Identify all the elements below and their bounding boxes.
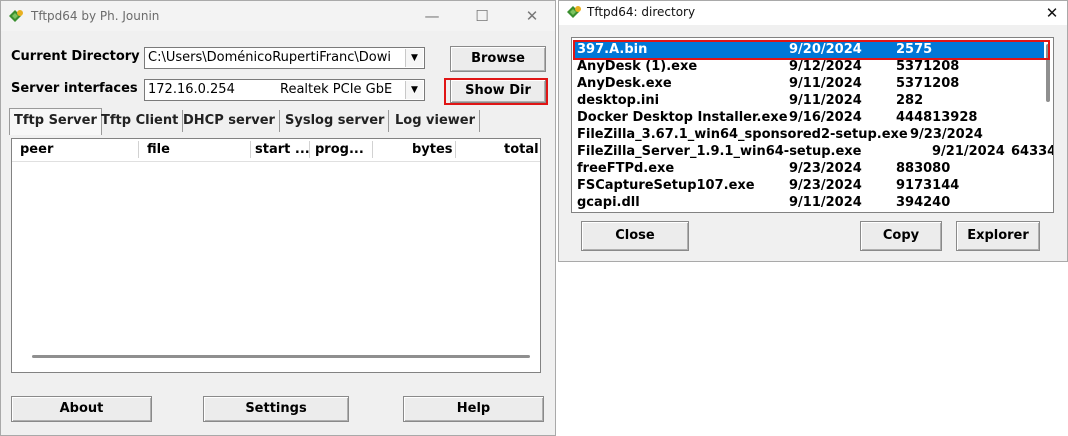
close-button-label: Close — [615, 228, 655, 243]
chevron-down-icon[interactable]: ▼ — [405, 49, 423, 67]
file-date: 9/23/2024 — [789, 161, 862, 176]
file-size: 394240 — [896, 195, 951, 210]
column-file[interactable]: file — [147, 142, 170, 157]
file-row[interactable]: Docker Desktop Installer.exe 9/16/2024 444… — [574, 109, 1044, 126]
explorer-button-label: Explorer — [967, 228, 1029, 243]
settings-button-label: Settings — [245, 401, 307, 416]
file-date: 9/11/2024 — [789, 93, 862, 108]
file-row[interactable]: FSCaptureSetup107.exe 9/23/2024 9173144 — [574, 177, 1044, 194]
vertical-scrollbar[interactable] — [1046, 44, 1050, 102]
tab-tftp-server[interactable]: Tftp Server — [9, 108, 102, 135]
file-size: 2575 — [896, 42, 933, 57]
tftpd-app-icon — [565, 4, 583, 20]
browse-button-label: Browse — [471, 51, 525, 66]
column-bytes[interactable]: bytes — [412, 142, 453, 157]
file-name: freeFTPd.exe — [577, 161, 675, 176]
server-interfaces-label: Server interfaces — [11, 81, 138, 96]
file-name: AnyDesk (1).exe — [577, 59, 698, 74]
file-date: 9/11/2024 — [789, 76, 862, 91]
file-size: 282 — [896, 93, 924, 108]
tab-syslog-server[interactable]: Syslog server — [281, 110, 390, 132]
chevron-down-icon[interactable]: ▼ — [405, 81, 423, 99]
tftpd64-main-window: Tftpd64 by Ph. Jounin — ☐ ✕ Current Dire… — [0, 0, 556, 436]
file-name: FileZilla_Server_1.9.1_win64-setup.exe — [577, 144, 862, 159]
file-size: 883080 — [896, 161, 951, 176]
file-size: 9173144 — [896, 178, 960, 193]
file-row[interactable]: AnyDesk (1).exe 9/12/2024 5371208 — [574, 58, 1044, 75]
file-row[interactable]: AnyDesk.exe 9/11/2024 5371208 — [574, 75, 1044, 92]
column-separator[interactable] — [250, 141, 251, 158]
close-icon[interactable]: ✕ — [1037, 0, 1067, 27]
column-separator[interactable] — [372, 141, 373, 158]
file-size: 444813928 — [896, 110, 978, 125]
current-directory-label: Current Directory — [11, 49, 140, 64]
about-button[interactable]: About — [11, 396, 152, 422]
show-dir-button[interactable]: Show Dir — [450, 79, 546, 103]
column-peer[interactable]: peer — [20, 142, 53, 157]
transfers-list[interactable]: peer file start ... prog... bytes total — [11, 138, 541, 373]
file-size: 643349 — [1011, 144, 1053, 159]
copy-button-label: Copy — [882, 228, 920, 243]
column-start[interactable]: start ... — [255, 142, 310, 157]
column-separator[interactable] — [455, 141, 456, 158]
server-interfaces-combo[interactable]: 172.16.0.254 Realtek PCIe GbE ▼ — [144, 79, 425, 101]
settings-button[interactable]: Settings — [203, 396, 349, 422]
file-row[interactable]: desktop.ini 9/11/2024 282 — [574, 92, 1044, 109]
column-separator[interactable] — [309, 141, 310, 158]
file-name: desktop.ini — [577, 93, 660, 108]
file-row[interactable]: FileZilla_Server_1.9.1_win64-setup.exe 9/… — [574, 143, 1053, 160]
file-row[interactable]: FileZilla_3.67.1_win64_sponsored2-setup.… — [574, 126, 1044, 143]
horizontal-scrollbar[interactable] — [32, 355, 530, 358]
file-date: 9/20/2024 — [789, 42, 862, 57]
file-date: 9/23/2024 — [910, 127, 983, 142]
help-button[interactable]: Help — [403, 396, 544, 422]
file-date: 9/11/2024 — [789, 195, 862, 210]
column-progress[interactable]: prog... — [315, 142, 364, 157]
file-size: 5371208 — [896, 76, 960, 91]
maximize-icon[interactable]: ☐ — [467, 2, 497, 30]
main-window-title: Tftpd64 by Ph. Jounin — [31, 9, 160, 23]
file-row[interactable]: 397.A.bin 9/20/2024 2575 — [574, 41, 1044, 58]
column-total[interactable]: total — [504, 142, 539, 157]
file-date: 9/23/2024 — [789, 178, 862, 193]
file-name: Docker Desktop Installer.exe — [577, 110, 788, 125]
server-interface-name: Realtek PCIe GbE — [280, 82, 393, 97]
tab-dhcp-server[interactable]: DHCP server — [179, 110, 280, 132]
list-header: peer file start ... prog... bytes total — [12, 139, 540, 162]
file-date: 9/12/2024 — [789, 59, 862, 74]
file-date: 9/16/2024 — [789, 110, 862, 125]
help-button-label: Help — [456, 401, 491, 416]
directory-titlebar[interactable]: Tftpd64: directory ✕ — [559, 1, 1067, 25]
current-directory-value: C:\Users\DoménicoRupertiFranc\Dowi — [148, 50, 392, 65]
directory-window: Tftpd64: directory ✕ 397.A.bin 9/20/2024 2… — [558, 0, 1068, 262]
tab-log-viewer[interactable]: Log viewer — [391, 110, 481, 132]
file-name: FileZilla_3.67.1_win64_sponsored2-setup.… — [577, 127, 908, 142]
file-name: AnyDesk.exe — [577, 76, 672, 91]
main-titlebar[interactable]: Tftpd64 by Ph. Jounin — ☐ ✕ — [1, 1, 555, 31]
browse-button[interactable]: Browse — [450, 46, 546, 72]
close-icon[interactable]: ✕ — [517, 2, 547, 30]
column-separator[interactable] — [138, 141, 139, 158]
about-button-label: About — [59, 401, 104, 416]
file-row[interactable]: freeFTPd.exe 9/23/2024 883080 — [574, 160, 1044, 177]
tab-tftp-client[interactable]: Tftp Client — [97, 110, 184, 132]
server-interface-ip: 172.16.0.254 — [148, 82, 235, 97]
minimize-icon[interactable]: — — [417, 2, 447, 30]
file-row[interactable]: gcapi.dll 9/11/2024 394240 — [574, 194, 1044, 211]
file-size: 5371208 — [896, 59, 960, 74]
file-name: FSCaptureSetup107.exe — [577, 178, 755, 193]
tftpd-app-icon — [7, 8, 25, 24]
copy-button[interactable]: Copy — [860, 221, 942, 251]
file-name: gcapi.dll — [577, 195, 640, 210]
close-button[interactable]: Close — [581, 221, 689, 251]
explorer-button[interactable]: Explorer — [956, 221, 1040, 251]
file-name: 397.A.bin — [577, 42, 648, 57]
current-directory-combo[interactable]: C:\Users\DoménicoRupertiFranc\Dowi ▼ — [144, 47, 425, 69]
show-dir-button-label: Show Dir — [465, 83, 531, 98]
directory-file-list[interactable]: 397.A.bin 9/20/2024 2575 AnyDesk (1).exe 9/1… — [571, 37, 1054, 213]
file-date: 9/21/2024 — [932, 144, 1005, 159]
directory-window-title: Tftpd64: directory — [587, 5, 696, 19]
